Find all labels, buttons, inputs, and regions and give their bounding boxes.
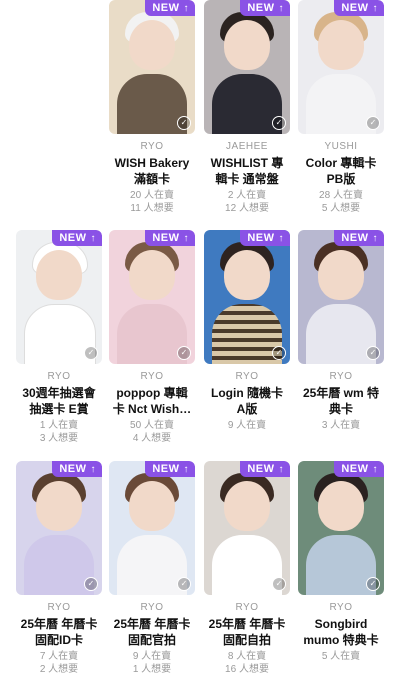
photocard-item[interactable]: NEW ↑ ✓ RYO WISH Bakery 滿額卡 20 人在賣 11 人想要 <box>109 0 195 215</box>
check-icon: ✓ <box>177 346 191 360</box>
sellers-count: 28 人在賣 <box>319 190 363 201</box>
member-name: JAEHEE <box>226 141 268 152</box>
new-badge: NEW ↑ <box>334 230 384 246</box>
sellers-count: 20 人在賣 <box>130 190 174 201</box>
member-name: RYO <box>140 141 164 152</box>
card-title: WISH Bakery 滿額卡 <box>114 156 190 186</box>
photocard-grid: NEW ↑ ✓ RYO WISH Bakery 滿額卡 20 人在賣 11 人想要… <box>0 0 400 692</box>
card-title: 30週年抽選會 抽選卡 E賞 <box>22 386 96 416</box>
check-icon: ✓ <box>84 346 98 360</box>
check-icon: ✓ <box>177 116 191 130</box>
member-name: RYO <box>235 371 259 382</box>
check-icon: ✓ <box>272 577 286 591</box>
sellers-count: 2 人在賣 <box>227 190 267 201</box>
new-badge: NEW ↑ <box>240 0 290 16</box>
photocard-image[interactable]: NEW ↑ ✓ <box>298 461 384 595</box>
member-name: RYO <box>140 371 164 382</box>
member-name: RYO <box>235 602 259 613</box>
new-badge: NEW ↑ <box>334 461 384 477</box>
arrow-up-icon: ↑ <box>372 232 378 244</box>
wanters-count: 4 人想要 <box>132 433 172 444</box>
photocard-image[interactable]: NEW ↑ ✓ <box>109 0 195 134</box>
photocard-image[interactable]: NEW ↑ ✓ <box>298 230 384 364</box>
photocard-image[interactable]: NEW ↑ ✓ <box>204 0 290 134</box>
sellers-count: 9 人在賣 <box>132 651 172 662</box>
new-badge: NEW ↑ <box>145 230 195 246</box>
check-icon: ✓ <box>272 116 286 130</box>
arrow-up-icon: ↑ <box>372 2 378 14</box>
member-name: RYO <box>140 602 164 613</box>
arrow-up-icon: ↑ <box>183 463 189 475</box>
wanters-count: 12 人想要 <box>225 203 269 214</box>
card-title: poppop 專輯 卡 Nct Wish… <box>112 386 192 416</box>
card-title: 25年曆 wm 特 典卡 <box>302 386 380 416</box>
check-icon: ✓ <box>177 577 191 591</box>
new-badge: NEW ↑ <box>145 0 195 16</box>
photocard-item[interactable]: NEW ↑ ✓ RYO 30週年抽選會 抽選卡 E賞 1 人在賣 3 人想要 <box>16 230 102 445</box>
card-title: 25年曆 年曆卡 固配官拍 <box>113 617 191 647</box>
member-name: RYO <box>329 371 353 382</box>
sellers-count: 5 人在賣 <box>321 651 361 662</box>
wanters-count: 1 人想要 <box>132 664 172 675</box>
photocard-item[interactable]: NEW ↑ ✓ RYO 25年曆 年曆卡 固配官拍 9 人在賣 1 人想要 <box>109 461 195 676</box>
photocard-item[interactable]: NEW ↑ ✓ RYO 25年曆 年曆卡 固配ID卡 7 人在賣 2 人想要 <box>16 461 102 676</box>
photocard-item[interactable]: NEW ↑ ✓ RYO Login 隨機卡 A版 9 人在賣 <box>204 230 290 432</box>
card-title: Songbird mumo 特典卡 <box>303 617 379 647</box>
wanters-count: 16 人想要 <box>225 664 269 675</box>
photocard-image[interactable]: NEW ↑ ✓ <box>16 461 102 595</box>
member-name: YUSHI <box>324 141 358 152</box>
member-name: RYO <box>47 602 71 613</box>
sellers-count: 9 人在賣 <box>227 420 267 431</box>
wanters-count: 11 人想要 <box>130 203 174 214</box>
photocard-item[interactable]: NEW ↑ ✓ RYO poppop 專輯 卡 Nct Wish… 50 人在賣 … <box>109 230 195 445</box>
photocard-image[interactable]: NEW ↑ ✓ <box>109 461 195 595</box>
sellers-count: 7 人在賣 <box>39 651 79 662</box>
new-badge: NEW ↑ <box>145 461 195 477</box>
member-name: RYO <box>47 371 71 382</box>
wanters-count: 3 人想要 <box>39 433 79 444</box>
card-title: Color 專輯卡 PB版 <box>305 156 377 186</box>
check-icon: ✓ <box>366 116 380 130</box>
new-badge: NEW ↑ <box>240 461 290 477</box>
sellers-count: 1 人在賣 <box>39 420 79 431</box>
sellers-count: 50 人在賣 <box>130 420 174 431</box>
photocard-image[interactable]: NEW ↑ ✓ <box>204 461 290 595</box>
arrow-up-icon: ↑ <box>372 463 378 475</box>
new-badge: NEW ↑ <box>52 461 102 477</box>
arrow-up-icon: ↑ <box>278 232 284 244</box>
card-title: 25年曆 年曆卡 固配自拍 <box>208 617 286 647</box>
new-badge: NEW ↑ <box>240 230 290 246</box>
wanters-count: 2 人想要 <box>39 664 79 675</box>
card-title: Login 隨機卡 A版 <box>211 386 283 416</box>
photocard-item[interactable]: NEW ↑ ✓ RYO 25年曆 年曆卡 固配自拍 8 人在賣 16 人想要 <box>204 461 290 676</box>
photocard-image[interactable]: NEW ↑ ✓ <box>16 230 102 364</box>
arrow-up-icon: ↑ <box>183 2 189 14</box>
arrow-up-icon: ↑ <box>90 463 96 475</box>
photocard-image[interactable]: NEW ↑ ✓ <box>298 0 384 134</box>
arrow-up-icon: ↑ <box>183 232 189 244</box>
arrow-up-icon: ↑ <box>90 232 96 244</box>
check-icon: ✓ <box>366 346 380 360</box>
check-icon: ✓ <box>366 577 380 591</box>
arrow-up-icon: ↑ <box>278 463 284 475</box>
wanters-count: 5 人想要 <box>321 203 361 214</box>
card-title: 25年曆 年曆卡 固配ID卡 <box>20 617 98 647</box>
photocard-item[interactable]: NEW ↑ ✓ RYO Songbird mumo 特典卡 5 人在賣 <box>298 461 384 663</box>
sellers-count: 3 人在賣 <box>321 420 361 431</box>
sellers-count: 8 人在賣 <box>227 651 267 662</box>
photocard-image[interactable]: NEW ↑ ✓ <box>109 230 195 364</box>
card-title: WISHLIST 專 輯卡 通常盤 <box>210 156 284 186</box>
photocard-item[interactable]: NEW ↑ ✓ RYO 25年曆 wm 特 典卡 3 人在賣 <box>298 230 384 432</box>
new-badge: NEW ↑ <box>334 0 384 16</box>
new-badge: NEW ↑ <box>52 230 102 246</box>
photocard-item[interactable]: NEW ↑ ✓ JAEHEE WISHLIST 專 輯卡 通常盤 2 人在賣 12… <box>204 0 290 215</box>
arrow-up-icon: ↑ <box>278 2 284 14</box>
photocard-item[interactable]: NEW ↑ ✓ YUSHI Color 專輯卡 PB版 28 人在賣 5 人想要 <box>298 0 384 215</box>
photocard-image[interactable]: NEW ↑ ✓ <box>204 230 290 364</box>
member-name: RYO <box>329 602 353 613</box>
check-icon: ✓ <box>272 346 286 360</box>
check-icon: ✓ <box>84 577 98 591</box>
